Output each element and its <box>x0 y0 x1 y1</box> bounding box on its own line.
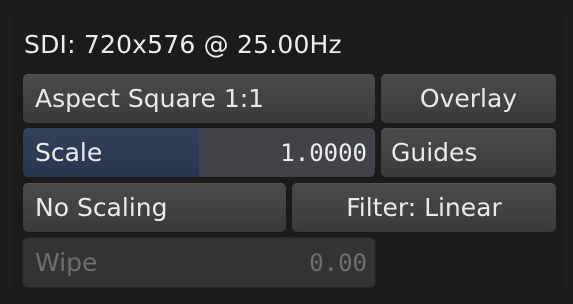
sdi-format-title: SDI: 720x576 @ 25.00Hz <box>24 30 342 59</box>
no-scaling-button[interactable]: No Scaling <box>22 182 287 233</box>
guides-button[interactable]: Guides <box>380 127 557 178</box>
wipe-value: 0.00 <box>309 248 367 277</box>
wipe-number-field: Wipe 0.00 <box>22 237 376 288</box>
overlay-button[interactable]: Overlay <box>380 73 557 124</box>
scale-number-field[interactable]: Scale 1.0000 <box>22 127 376 178</box>
filter-linear-button[interactable]: Filter: Linear <box>291 182 557 233</box>
aspect-square-button[interactable]: Aspect Square 1:1 <box>22 73 376 124</box>
scale-label: Scale <box>35 138 103 167</box>
scale-value: 1.0000 <box>280 138 367 167</box>
wipe-label: Wipe <box>35 248 98 277</box>
